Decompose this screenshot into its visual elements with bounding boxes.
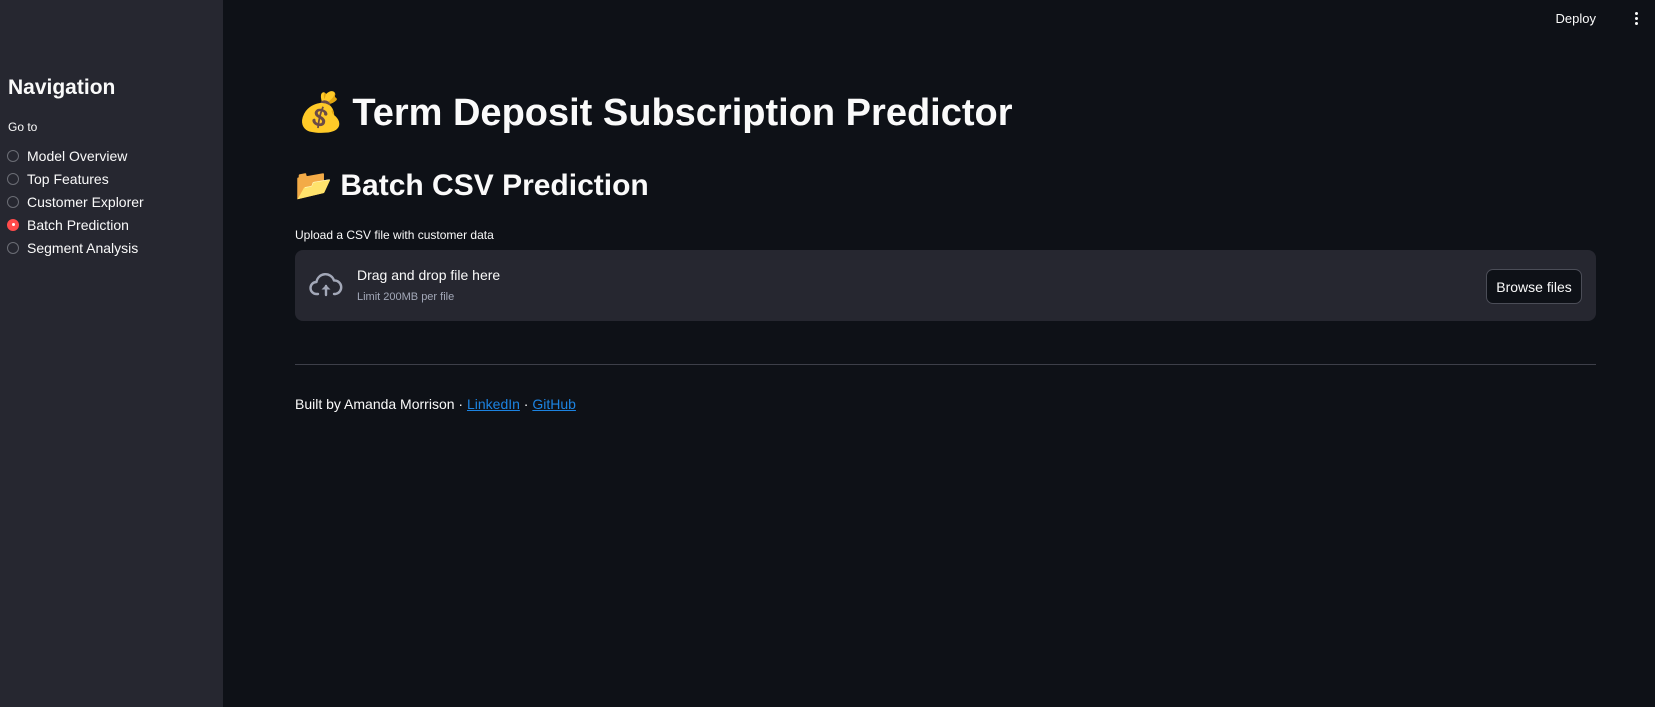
file-dropzone[interactable]: Drag and drop file here Limit 200MB per … xyxy=(295,250,1596,321)
footer: Built by Amanda Morrison · LinkedIn · Gi… xyxy=(295,396,576,412)
section-heading: 📂 Batch CSV Prediction xyxy=(295,168,649,203)
money-bag-icon: 💰 xyxy=(297,90,345,134)
folder-icon: 📂 xyxy=(295,168,333,203)
radio-option-label: Batch Prediction xyxy=(27,216,129,233)
linkedin-link[interactable]: LinkedIn xyxy=(467,396,520,412)
dropzone-instructions: Drag and drop file here xyxy=(357,267,501,283)
radio-button-selected-icon[interactable] xyxy=(7,218,19,231)
radio-option-segment-analysis[interactable]: Segment Analysis xyxy=(7,236,144,259)
dropzone-size-limit: Limit 200MB per file xyxy=(357,291,455,303)
radio-button-icon[interactable] xyxy=(7,149,19,162)
radio-option-top-features[interactable]: Top Features xyxy=(7,167,144,190)
radio-option-label: Segment Analysis xyxy=(27,239,139,256)
page-title-text: Term Deposit Subscription Predictor xyxy=(352,92,1013,134)
app-window: Navigation Go to Model Overview Top Feat… xyxy=(0,0,1655,707)
vertical-ellipsis-icon[interactable] xyxy=(1631,9,1641,27)
radio-button-icon[interactable] xyxy=(7,241,19,254)
divider xyxy=(295,364,1596,365)
file-uploader-label: Upload a CSV file with customer data xyxy=(295,228,494,242)
radio-option-label: Customer Explorer xyxy=(27,193,144,210)
navigation-radio-group: Model Overview Top Features Customer Exp… xyxy=(7,144,144,259)
footer-separator: · xyxy=(519,396,533,412)
radio-option-label: Top Features xyxy=(27,170,109,187)
radio-group-label: Go to xyxy=(8,120,38,134)
sidebar-title: Navigation xyxy=(8,76,116,99)
browse-files-button[interactable]: Browse files xyxy=(1486,269,1582,304)
radio-button-icon[interactable] xyxy=(7,195,19,208)
footer-credit: Built by Amanda Morrison · xyxy=(295,396,467,412)
github-link[interactable]: GitHub xyxy=(532,396,576,412)
menu-dot xyxy=(1634,11,1638,15)
sidebar: Navigation Go to Model Overview Top Feat… xyxy=(0,0,223,707)
menu-dot xyxy=(1634,16,1638,20)
radio-button-icon[interactable] xyxy=(7,172,19,185)
radio-option-model-overview[interactable]: Model Overview xyxy=(7,144,144,167)
menu-dot xyxy=(1634,21,1638,25)
page-title: 💰 Term Deposit Subscription Predictor xyxy=(297,90,1013,135)
section-heading-text: Batch CSV Prediction xyxy=(340,169,649,202)
radio-option-customer-explorer[interactable]: Customer Explorer xyxy=(7,190,144,213)
deploy-button[interactable]: Deploy xyxy=(1552,9,1600,28)
cloud-upload-icon xyxy=(309,273,343,297)
radio-option-label: Model Overview xyxy=(27,147,128,164)
radio-option-batch-prediction[interactable]: Batch Prediction xyxy=(7,213,144,236)
